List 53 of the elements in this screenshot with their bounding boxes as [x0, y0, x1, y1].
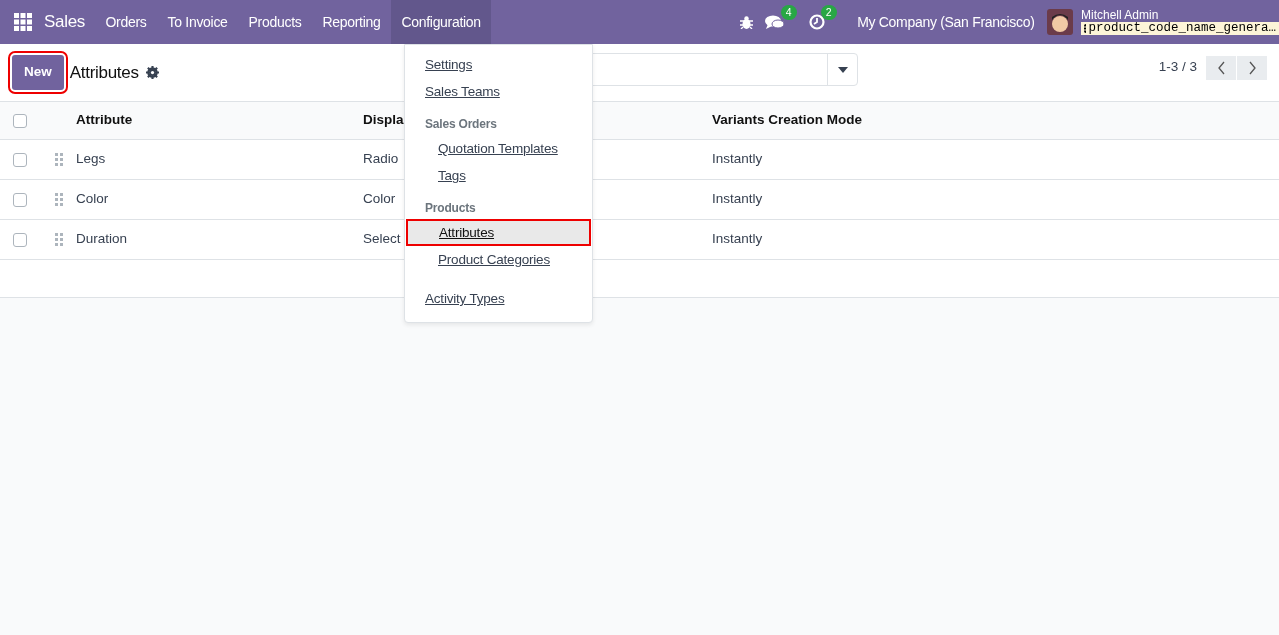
table-cell: Select — [363, 231, 401, 247]
chat-icon[interactable] — [764, 14, 785, 30]
dropdown-item[interactable]: Product Categories — [405, 246, 592, 273]
column-header[interactable]: Attribute — [76, 112, 133, 128]
dropdown-item[interactable]: Tags — [405, 162, 592, 189]
table-cell: Duration — [76, 231, 128, 247]
menu-item[interactable]: Products — [238, 0, 312, 44]
dropdown-item[interactable]: Activity Types — [405, 285, 592, 312]
select-all-checkbox[interactable] — [13, 113, 27, 128]
caret-icon — [837, 66, 848, 73]
activity-count: 2 — [820, 5, 837, 20]
chevron-right-icon — [1247, 60, 1257, 75]
menu-item[interactable]: Configuration — [390, 0, 492, 44]
row-checkbox[interactable] — [13, 192, 27, 207]
table-cell: Instantly — [712, 191, 763, 207]
dropdown-item[interactable]: Sales Teams — [405, 78, 592, 105]
menu-item[interactable]: To Invoice — [157, 0, 239, 44]
table-cell: Instantly — [712, 151, 763, 167]
menu-item[interactable]: Orders — [95, 0, 158, 44]
database-icon — [1084, 24, 1087, 34]
table-cell: Instantly — [712, 231, 763, 247]
drag-handle-icon[interactable] — [55, 232, 64, 247]
pager-value: 1-3 / 3 — [1158, 58, 1197, 77]
avatar-icon[interactable] — [1047, 9, 1073, 35]
page-title: Attributes — [69, 61, 139, 84]
company-switcher[interactable]: My Company (San Francisco) — [846, 0, 1045, 44]
dropdown-item[interactable]: Quotation Templates — [405, 135, 592, 162]
dropdown-item[interactable]: Attributes — [406, 219, 591, 246]
database-name: product_code_name_genera… — [1081, 21, 1279, 36]
drag-handle-icon[interactable] — [55, 152, 64, 167]
drag-handle-icon[interactable] — [55, 192, 64, 207]
table-cell: Color — [363, 191, 396, 207]
app-name[interactable]: Sales — [44, 9, 96, 35]
chevron-left-icon — [1216, 60, 1226, 75]
row-checkbox[interactable] — [13, 152, 27, 167]
column-header[interactable]: Displa — [363, 112, 404, 128]
row-checkbox[interactable] — [13, 232, 27, 247]
table-cell: Radio — [363, 151, 399, 167]
dropdown-item[interactable]: Settings — [405, 51, 592, 78]
table-cell: Legs — [76, 151, 106, 167]
next-button[interactable] — [1237, 55, 1267, 80]
message-count: 4 — [780, 5, 797, 20]
user-name[interactable]: Mitchell Admin — [1081, 8, 1279, 22]
menu-item[interactable]: Reporting — [311, 0, 391, 44]
column-header[interactable]: Variants Creation Mode — [712, 112, 863, 128]
menu-section-header: Products — [424, 200, 477, 217]
table-cell: Color — [76, 191, 109, 207]
menu-section-header: Sales Orders — [424, 116, 498, 133]
bug-icon[interactable] — [739, 15, 753, 29]
settings-icon[interactable] — [145, 66, 159, 79]
previous-button[interactable] — [1206, 55, 1236, 80]
clock-icon[interactable] — [808, 14, 825, 30]
apps-menu-icon[interactable] — [14, 13, 32, 31]
